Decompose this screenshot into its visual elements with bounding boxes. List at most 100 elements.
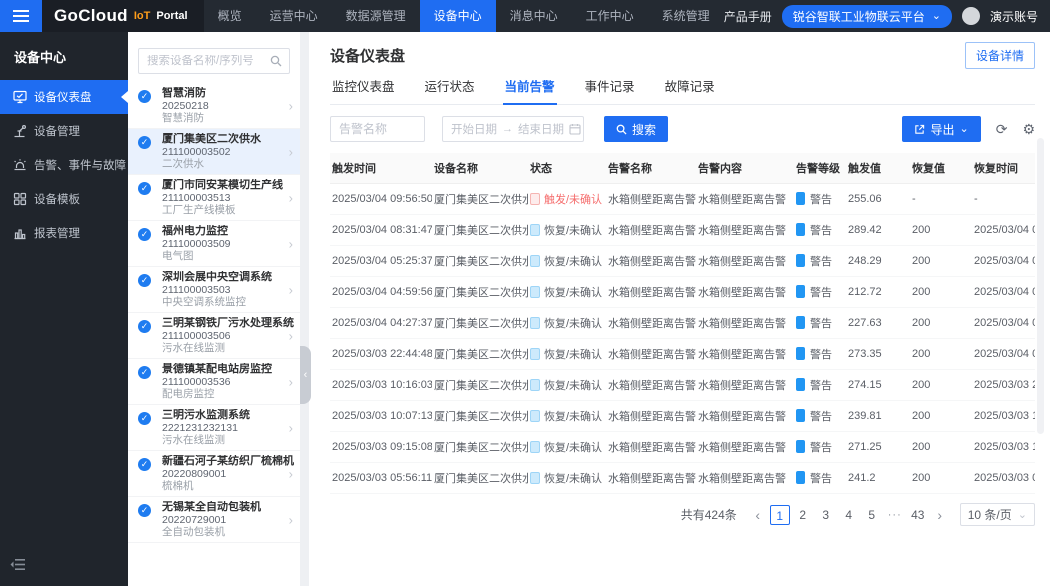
device-search-box	[138, 48, 290, 74]
top-nav-item[interactable]: 数据源管理	[332, 0, 420, 32]
tab[interactable]: 当前告警	[503, 74, 557, 105]
device-list-panel: ✓ 智慧消防 20250218 智慧消防 › ✓ 厦门集美区二次供水 21110…	[128, 32, 300, 586]
device-detail-button[interactable]: 设备详情	[965, 42, 1035, 69]
sidebar-title: 设备中心	[0, 32, 128, 80]
page-size-select[interactable]: 10 条/页 ⌄	[960, 503, 1035, 526]
table-body: 2025/03/04 09:56:50 厦门集美区二次供水 触发/未确认 水箱侧…	[330, 184, 1035, 494]
device-list-item[interactable]: ✓ 厦门市同安某模切生产线 211100003513 工厂生产线模板 ›	[128, 175, 300, 221]
device-list-item[interactable]: ✓ 福州电力监控 211100003509 电气图 ›	[128, 221, 300, 267]
cell-trigger-time: 2025/03/04 04:59:56	[330, 277, 432, 308]
device-search-input[interactable]	[139, 55, 263, 67]
alarm-table: 触发时间设备名称状态告警名称告警内容告警等级触发值恢复值恢复时间 2025/03…	[330, 153, 1035, 494]
sidebar-item-alarms-events-faults[interactable]: 告警、事件与故障	[0, 148, 128, 182]
cell-trigger-value: 227.63	[846, 308, 910, 339]
page-number[interactable]: 43	[908, 505, 928, 525]
level-text: 警告	[810, 225, 832, 237]
device-template: 梳棉机	[162, 480, 294, 492]
device-serial: 211100003513	[162, 192, 294, 204]
top-nav-item[interactable]: 工作中心	[572, 0, 648, 32]
export-button[interactable]: 导出 ⌄	[902, 116, 980, 142]
table-column-header: 恢复值	[910, 153, 972, 184]
sidebar-item-device-dashboard[interactable]: 设备仪表盘	[0, 80, 128, 114]
chevron-right-icon: ›	[289, 512, 293, 527]
status-text: 恢复/未确认	[544, 349, 602, 361]
search-button-label: 搜索	[632, 121, 656, 138]
cell-recover-time: 2025/03/04 08	[972, 246, 1035, 277]
sidebar-item-device-template[interactable]: 设备模板	[0, 182, 128, 216]
table-toolbar: 导出 ⌄ ⟳ ⚙	[902, 116, 1035, 142]
device-list-item[interactable]: ✓ 无锡某全自动包装机 20220729001 全自动包装机 ›	[128, 497, 300, 543]
hamburger-icon	[13, 10, 29, 22]
tab[interactable]: 事件记录	[583, 74, 637, 104]
refresh-icon[interactable]: ⟳	[996, 122, 1008, 136]
tab[interactable]: 监控仪表盘	[330, 74, 397, 104]
sidebar-item-report-management[interactable]: 报表管理	[0, 216, 128, 250]
cell-alarm-name: 水箱侧壁距离告警	[606, 215, 696, 246]
cell-alarm-content: 水箱侧壁距离告警	[696, 401, 794, 432]
cell-status: 触发/未确认	[528, 184, 606, 215]
device-list-item[interactable]: ✓ 三明某钢铁厂污水处理系统 211100003506 污水在线监测 ›	[128, 313, 300, 359]
device-online-check-icon: ✓	[138, 366, 151, 379]
device-list-item[interactable]: ✓ 智慧消防 20250218 智慧消防 ›	[128, 83, 300, 129]
account-name[interactable]: 演示账号	[990, 8, 1038, 25]
status-tag-icon	[530, 317, 540, 329]
page-number[interactable]: 1	[770, 505, 790, 525]
table-column-header: 触发时间	[330, 153, 432, 184]
avatar[interactable]	[962, 7, 980, 25]
status-tag-icon	[530, 224, 540, 236]
next-page-icon[interactable]: ›	[931, 508, 949, 522]
top-nav-item[interactable]: 设备中心	[420, 0, 496, 32]
page-number[interactable]: 3	[816, 505, 836, 525]
status-text: 恢复/未确认	[544, 442, 602, 454]
sidebar-item-device-management[interactable]: 设备管理	[0, 114, 128, 148]
search-button[interactable]: 搜索	[604, 116, 668, 142]
device-online-check-icon: ✓	[138, 182, 151, 195]
logo-sub-portal: Portal	[156, 10, 187, 22]
page-number[interactable]: 4	[839, 505, 859, 525]
tab[interactable]: 运行状态	[423, 74, 477, 104]
page-size-value: 10 条/页	[968, 506, 1012, 523]
cell-recover-value: 200	[910, 246, 972, 277]
chevron-down-icon: ⌄	[959, 125, 968, 133]
page-number[interactable]: ···	[885, 505, 905, 525]
hamburger-menu-button[interactable]	[0, 0, 42, 32]
search-icon[interactable]	[263, 55, 289, 67]
cell-device-name: 厦门集美区二次供水	[432, 463, 528, 494]
cell-recover-time: 2025/03/04 09	[972, 215, 1035, 246]
page-number[interactable]: 2	[793, 505, 813, 525]
level-tag-icon	[796, 316, 805, 329]
collapse-panel-handle[interactable]: ‹	[300, 346, 311, 404]
top-nav-item[interactable]: 系统管理	[648, 0, 724, 32]
status-text: 恢复/未确认	[544, 380, 602, 392]
tab[interactable]: 故障记录	[663, 74, 717, 104]
topbar-right: 产品手册 锐谷智联工业物联云平台 ⌄ 演示账号	[724, 0, 1050, 32]
device-list-item[interactable]: ✓ 三明污水监测系统 2221231232131 污水在线监测 ›	[128, 405, 300, 451]
top-nav-item[interactable]: 概览	[204, 0, 256, 32]
chevron-right-icon: ›	[289, 328, 293, 343]
product-manual-link[interactable]: 产品手册	[724, 8, 772, 25]
collapse-sidebar-button[interactable]	[10, 558, 26, 576]
settings-gear-icon[interactable]: ⚙	[1022, 122, 1035, 136]
device-list-item[interactable]: ✓ 深圳会展中央空调系统 211100003503 中央空调系统监控 ›	[128, 267, 300, 313]
range-arrow-icon: →	[502, 123, 513, 135]
table-scrollbar[interactable]	[1037, 138, 1044, 434]
cell-alarm-level: 警告	[794, 215, 846, 246]
page-number[interactable]: 5	[862, 505, 882, 525]
cell-alarm-level: 警告	[794, 463, 846, 494]
cell-alarm-content: 水箱侧壁距离告警	[696, 339, 794, 370]
device-list-item[interactable]: ✓ 新疆石河子某纺织厂梳棉机 20220809001 梳棉机 ›	[128, 451, 300, 497]
device-template: 中央空调系统监控	[162, 296, 294, 308]
date-range-picker[interactable]: 开始日期 → 结束日期	[442, 116, 584, 142]
cell-recover-value: 200	[910, 339, 972, 370]
device-list-item[interactable]: ✓ 景德镇某配电站房监控 211100003536 配电房监控 ›	[128, 359, 300, 405]
level-text: 警告	[810, 194, 832, 206]
prev-page-icon[interactable]: ‹	[749, 508, 767, 522]
cell-trigger-time: 2025/03/03 10:16:03	[330, 370, 432, 401]
platform-select[interactable]: 锐谷智联工业物联云平台 ⌄	[782, 5, 952, 28]
table-row: 2025/03/04 08:31:47 厦门集美区二次供水 恢复/未确认 水箱侧…	[330, 215, 1035, 246]
device-list-item[interactable]: ✓ 厦门集美区二次供水 211100003502 二次供水 ›	[128, 129, 300, 175]
top-nav-item[interactable]: 消息中心	[496, 0, 572, 32]
alarm-name-input[interactable]	[330, 116, 425, 142]
top-nav-item[interactable]: 运营中心	[256, 0, 332, 32]
device-list: ✓ 智慧消防 20250218 智慧消防 › ✓ 厦门集美区二次供水 21110…	[128, 83, 300, 543]
